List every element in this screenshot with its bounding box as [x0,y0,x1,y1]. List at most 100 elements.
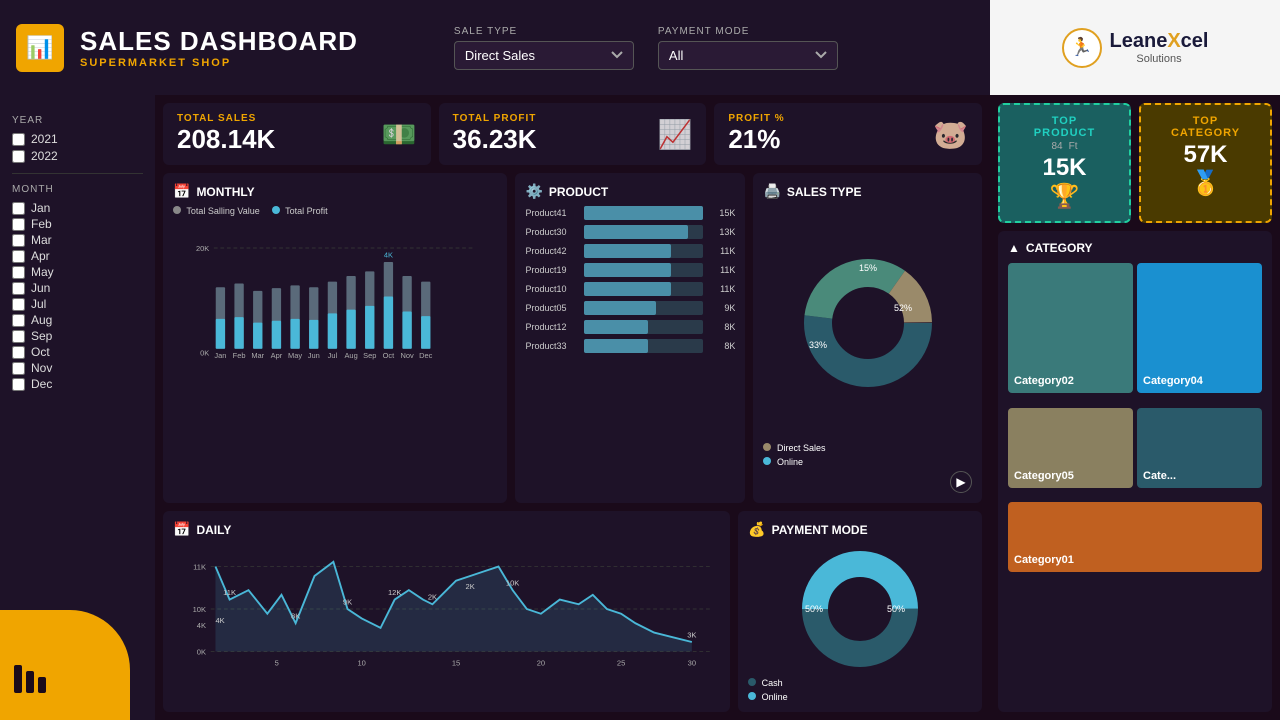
legend-online-pay: Online [748,692,972,702]
online-dot [763,457,771,465]
header-title-group: SALES DASHBOARD SUPERMARKET SHOP [80,26,358,69]
month-feb[interactable]: Feb [12,217,143,231]
year-2022-item[interactable]: 2022 [12,149,143,163]
svg-text:4K: 4K [197,621,206,630]
svg-text:Nov: Nov [400,351,414,360]
payment-mode-select[interactable]: All Cash Online [658,41,838,70]
payment-mode-filter: PAYMENT MODE All Cash Online [658,26,838,70]
monthly-legend: Total Salling Value Total Profit [173,206,497,216]
top-product-84: 84 [1051,141,1062,152]
dashboard-subtitle: SUPERMARKET SHOP [80,57,358,69]
product-item-41: Product41 15K [525,206,735,220]
leanexcel-icon: 🏃 [1062,28,1102,68]
top-category-title: TOPCATEGORY [1151,115,1260,139]
top-product-title: TOPPRODUCT [1010,115,1119,139]
calendar2-icon: 📅 [173,521,190,538]
year-2021-item[interactable]: 2021 [12,132,143,146]
daily-chart-card: 📅 DAILY 11K 10K 4K 0K [163,511,730,712]
selling-dot [173,206,181,214]
money-icon: 💵 [382,118,417,151]
register-icon: 🖨️ [763,183,780,200]
category-04-cell: Category04 [1137,263,1262,393]
online-pay-dot [748,692,756,700]
coin-icon: 💰 [748,521,765,538]
main-content: TOTAL SALES 208.14K 💵 TOTAL PROFIT 36.23… [155,95,990,720]
year-2021-checkbox[interactable] [12,133,25,146]
svg-text:Jan: Jan [214,351,226,360]
year-label: YEAR [12,115,143,126]
trophy-icon: 🏆 [1010,182,1119,211]
svg-text:2K: 2K [466,582,475,591]
month-aug[interactable]: Aug [12,313,143,327]
month-dec[interactable]: Dec [12,377,143,391]
daily-chart-title: 📅 DAILY [173,521,720,538]
sales-type-title: 🖨️ SALES TYPE [763,183,972,200]
svg-text:11K: 11K [193,562,206,571]
monthly-chart-title: 📅 MONTHLY [173,183,497,200]
product-item-19: Product19 11K [525,263,735,277]
right-panel: TOPPRODUCT 84 Ft 15K 🏆 TOPCATEGORY 57K 🥇… [990,95,1280,720]
category-02-cell: Category02 [1008,263,1133,393]
medal-icon: 🥇 [1151,169,1260,198]
svg-text:9K: 9K [343,597,352,606]
top-category-value: 57K [1151,141,1260,169]
y-label-20k: 20K [196,244,209,253]
year-2022-checkbox[interactable] [12,150,25,163]
top-product-badge: TOPPRODUCT 84 Ft 15K 🏆 [998,103,1131,223]
total-sales-label: TOTAL SALES [177,113,275,124]
month-jul[interactable]: Jul [12,297,143,311]
svg-text:Aug: Aug [344,351,357,360]
svg-text:Jul: Jul [328,351,338,360]
monthly-bar-chart: 20K 0K [173,220,497,493]
svg-text:15%: 15% [859,263,877,273]
svg-text:12K: 12K [388,588,401,597]
monthly-chart-card: 📅 MONTHLY Total Salling Value Total Prof… [163,173,507,503]
category-other-cell: Cate... [1137,408,1262,488]
sale-type-label: SALE TYPE [454,26,634,37]
svg-text:Oct: Oct [383,351,396,360]
month-may[interactable]: May [12,265,143,279]
month-nov[interactable]: Nov [12,361,143,375]
month-sep[interactable]: Sep [12,329,143,343]
svg-text:33%: 33% [809,340,827,350]
legend-direct: Direct Sales [763,443,972,453]
daily-title-text: DAILY [196,523,231,537]
sale-type-filter: SALE TYPE Direct Sales Online All [454,26,634,70]
product-item-42: Product42 11K [525,244,735,258]
year-2021-label: 2021 [31,132,58,146]
leanexcel-logo: 🏃 LeaneXcel Solutions [1062,28,1209,68]
sales-type-next-button[interactable]: ▶ [950,471,972,493]
product-icon: ⚙️ [525,183,542,200]
sidebar: YEAR 2021 2022 MONTH Jan Feb Mar Apr May… [0,95,155,720]
month-apr[interactable]: Apr [12,249,143,263]
piggybank-icon: 🐷 [933,118,968,151]
total-profit-label: TOTAL PROFIT [453,113,537,124]
top-product-sub-row: 84 Ft [1010,141,1119,152]
svg-text:Jun: Jun [308,351,320,360]
sale-type-select[interactable]: Direct Sales Online All [454,41,634,70]
category-treemap: Category02 Category04 Category05 Cate...… [1008,263,1262,583]
svg-text:Feb: Feb [233,351,246,360]
month-jan[interactable]: Jan [12,201,143,215]
profit-pct-value: 21% [728,124,784,155]
month-mar[interactable]: Mar [12,233,143,247]
category-01-cell: Category01 [1008,502,1262,572]
sales-type-legend: Direct Sales Online [763,443,972,467]
legend-selling: Total Salling Value [173,206,260,216]
sales-type-chart-card: 🖨️ SALES TYPE 52% 33% 15% [753,173,982,503]
svg-text:Mar: Mar [251,351,264,360]
total-sales-value: 208.14K [177,124,275,155]
product-item-12: Product12 8K [525,320,735,334]
month-oct[interactable]: Oct [12,345,143,359]
month-jun[interactable]: Jun [12,281,143,295]
chart-bar-icon: 📈 [657,118,692,151]
charts-row-2: 📅 DAILY 11K 10K 4K 0K [163,511,982,712]
svg-text:4K: 4K [215,616,224,625]
svg-text:11K: 11K [223,588,236,597]
dashboard-logo-icon: 📊 [16,24,64,72]
profit-pct-label: PROFIT % [728,113,784,124]
payment-mode-title: 💰 PAYMENT MODE [748,521,972,538]
triangle-icon: ▲ [1008,241,1020,255]
total-sales-card: TOTAL SALES 208.14K 💵 [163,103,431,165]
profit-dot [272,206,280,214]
